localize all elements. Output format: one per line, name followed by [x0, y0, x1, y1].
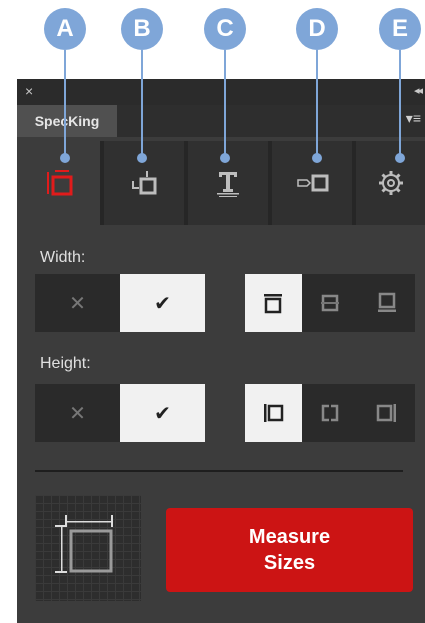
height-position-group: [245, 384, 415, 442]
callout-d: D: [296, 8, 338, 50]
height-center-button[interactable]: [302, 384, 359, 442]
width-toggle: ✕ ✔: [35, 274, 205, 332]
callout-a-leader: [64, 50, 66, 158]
width-off-button[interactable]: ✕: [35, 274, 120, 332]
panel-menu-icon[interactable]: ▾≡: [406, 110, 421, 127]
shape-tool-icon: [297, 174, 329, 192]
measure-sizes-line2: Sizes: [263, 552, 316, 574]
callout-c-leader: [224, 50, 226, 158]
callout-e-dot: [395, 153, 405, 163]
callout-c: C: [204, 8, 246, 50]
callout-b-leader: [141, 50, 143, 158]
align-top-icon: [264, 294, 283, 314]
height-right-button[interactable]: [358, 384, 415, 442]
callout-d-dot: [312, 153, 322, 163]
tab-speking[interactable]: SpecKing: [17, 105, 117, 137]
close-icon[interactable]: ×: [25, 82, 33, 100]
callout-e: E: [379, 8, 421, 50]
callout-e-leader: [399, 50, 401, 158]
width-bottom-button[interactable]: [358, 274, 415, 332]
tool-settings[interactable]: [356, 141, 425, 225]
size-preview-icon: [55, 515, 113, 573]
callout-c-dot: [220, 153, 230, 163]
width-middle-button[interactable]: [302, 274, 359, 332]
width-on-button[interactable]: ✔: [120, 274, 205, 332]
align-middle-icon: [321, 294, 339, 312]
height-left-button[interactable]: [245, 384, 302, 442]
width-position-group: [245, 274, 415, 332]
align-bottom-icon: [377, 292, 396, 312]
height-toggle: ✕ ✔: [35, 384, 205, 442]
section-divider: [35, 470, 403, 472]
width-label: Width:: [40, 249, 86, 266]
height-on-button[interactable]: ✔: [120, 384, 205, 442]
callout-a-dot: [60, 153, 70, 163]
callout-a: A: [44, 8, 86, 50]
panel-tab-row: SpecKing ▾≡: [17, 105, 425, 137]
align-right-icon: [376, 404, 396, 422]
tool-shape[interactable]: [272, 141, 352, 225]
size-tool-icon: [46, 170, 72, 196]
tool-size[interactable]: [17, 141, 100, 225]
height-off-button[interactable]: ✕: [35, 384, 120, 442]
width-top-button[interactable]: [245, 274, 302, 332]
callout-b-dot: [137, 153, 147, 163]
align-left-icon: [264, 404, 284, 422]
text-tool-icon: [217, 172, 239, 197]
gear-icon: [378, 171, 403, 195]
callout-b: B: [121, 8, 163, 50]
measure-sizes-line1: Measure: [248, 526, 331, 548]
align-center-icon: [321, 404, 339, 422]
spacing-tool-icon: [132, 171, 157, 195]
panel-title-bar: × ◂◂: [17, 79, 425, 105]
collapse-icon[interactable]: ◂◂: [414, 82, 423, 100]
height-label: Height:: [40, 355, 91, 372]
measure-sizes-button[interactable]: Measure Sizes: [166, 508, 413, 592]
size-preview: [35, 495, 141, 601]
callout-d-leader: [316, 50, 318, 158]
